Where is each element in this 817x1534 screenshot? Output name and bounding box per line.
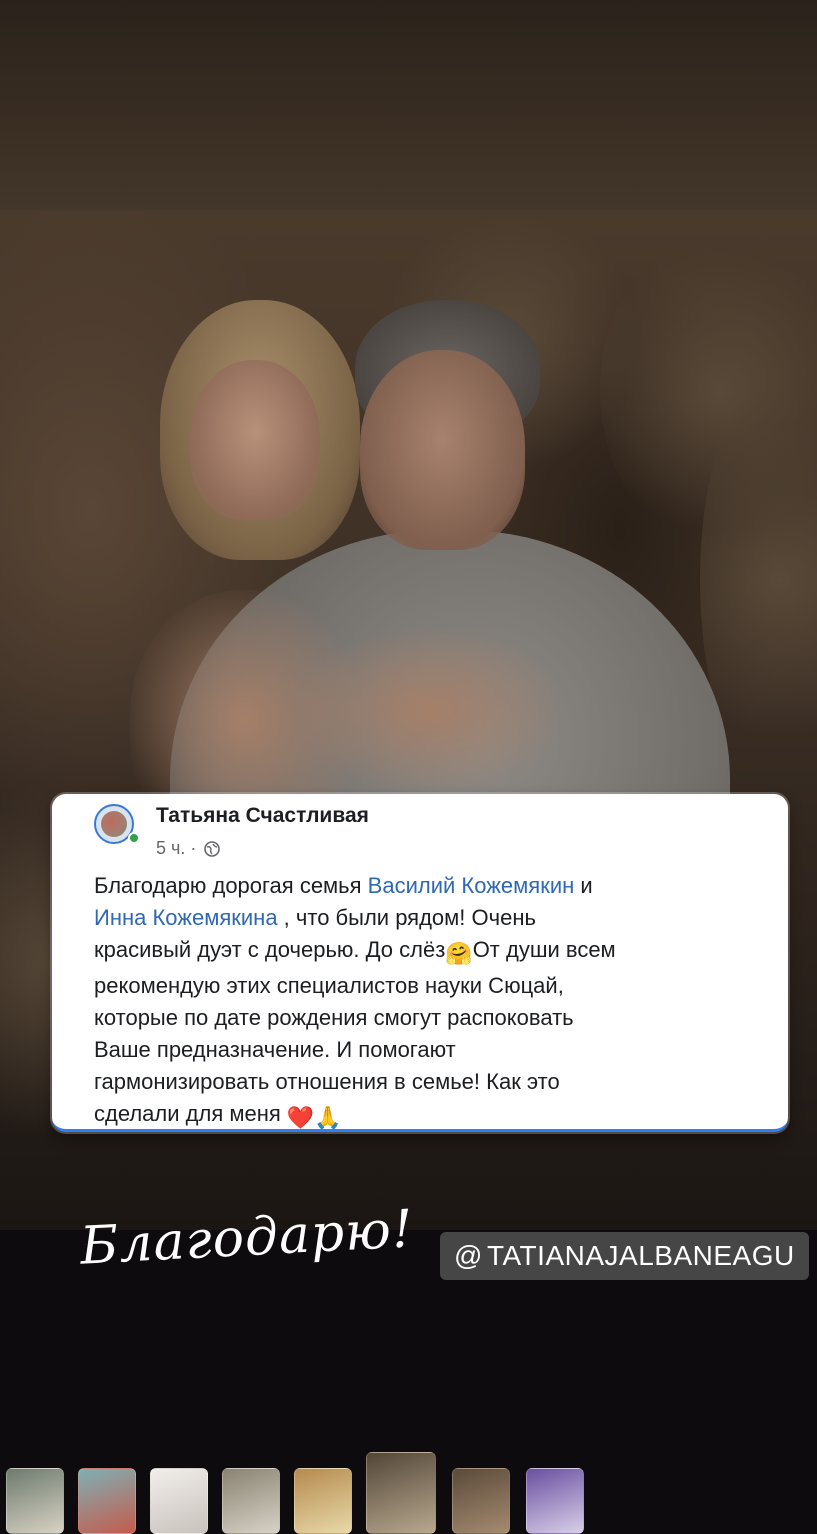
story-thumb-3[interactable]: [150, 1468, 208, 1534]
emoji: 🙏: [314, 1105, 342, 1130]
hands: [300, 630, 560, 790]
emoji: ❤️: [286, 1105, 315, 1130]
online-status-icon: [128, 832, 140, 844]
at-icon: @: [454, 1240, 483, 1271]
woman-face: [190, 360, 320, 520]
post-text-segment: Благодарю дорогая семья: [94, 873, 368, 898]
story-thumb-4[interactable]: [222, 1468, 280, 1534]
mention-link[interactable]: Василий Кожемякин: [368, 873, 575, 898]
post-text-segment: , что были рядом! Очень: [277, 905, 536, 930]
post-time: 5 ч. ·: [156, 838, 197, 858]
facebook-post-card: Татьяна Счастливая 5 ч. · Благодарю доро…: [52, 794, 788, 1132]
post-text-line: рекомендую этих специалистов науки Сюцай…: [94, 970, 774, 1002]
man-face: [360, 350, 525, 550]
post-text-segment: которые по дате рождения смогут распоков…: [94, 1005, 574, 1030]
story-thumb-2[interactable]: [78, 1468, 136, 1534]
mention-sticker[interactable]: @ TATIANAJALBANEAGU: [440, 1232, 809, 1280]
story-thumb-1[interactable]: [6, 1468, 64, 1534]
post-text-line: сделали для меня ❤️🙏: [94, 1098, 774, 1134]
globe-icon: [204, 840, 221, 857]
post-text-segment: и: [574, 873, 593, 898]
post-text-segment: гармонизировать отношения в семье! Как э…: [94, 1069, 560, 1094]
post-text-line: Инна Кожемякина , что были рядом! Очень: [94, 902, 774, 934]
mention-handle: TATIANAJALBANEAGU: [486, 1240, 795, 1271]
post-text-line: Благодарю дорогая семья Василий Кожемяки…: [94, 870, 774, 902]
post-meta: 5 ч. ·: [156, 838, 221, 859]
emoji: 🤗: [445, 941, 473, 966]
post-text-line: красивый дуэт с дочерью. До слёз🤗От души…: [94, 934, 774, 970]
post-text-line: которые по дате рождения смогут распоков…: [94, 1002, 774, 1034]
post-text-segment: От души всем: [472, 937, 616, 962]
post-text-line: Ваше предназначение. И помогают: [94, 1034, 774, 1066]
post-text-segment: красивый дуэт с дочерью. До слёз: [94, 937, 446, 962]
story-thumb-5[interactable]: [294, 1468, 352, 1534]
post-text-segment: сделали для меня: [94, 1101, 287, 1126]
story-thumb-8[interactable]: [526, 1468, 584, 1534]
story-thumb-6[interactable]: [366, 1452, 436, 1534]
story-thumbnails-strip: [0, 1452, 817, 1534]
post-text-segment: рекомендую этих специалистов науки Сюцай…: [94, 973, 564, 998]
story-thumb-7[interactable]: [452, 1468, 510, 1534]
story-top-background: [0, 0, 817, 210]
post-text-segment: Ваше предназначение. И помогают: [94, 1037, 456, 1062]
post-text-line: гармонизировать отношения в семье! Как э…: [94, 1066, 774, 1098]
post-author: Татьяна Счастливая: [156, 804, 369, 827]
mention-link[interactable]: Инна Кожемякина: [94, 905, 278, 930]
post-text: Благодарю дорогая семья Василий Кожемяки…: [94, 870, 774, 1134]
